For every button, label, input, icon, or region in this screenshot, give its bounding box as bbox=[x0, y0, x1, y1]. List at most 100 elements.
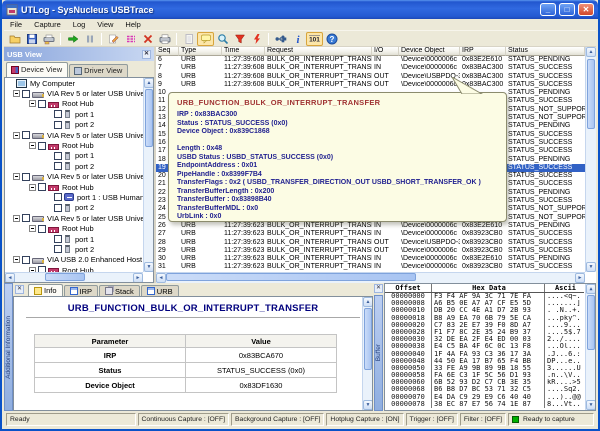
tooltip-toggle-button[interactable] bbox=[197, 32, 214, 46]
tree-vertical-scrollbar[interactable]: ▲ ▼ bbox=[143, 78, 153, 272]
hex-vertical-scrollbar[interactable]: ▲ ▼ bbox=[585, 284, 595, 410]
scroll-right-icon[interactable]: ► bbox=[133, 273, 143, 283]
raw-data-button[interactable]: 101 bbox=[306, 32, 323, 46]
hex-row[interactable]: 00000070 E4 DA C9 29 E9 C6 40 40 ...)..@… bbox=[385, 394, 584, 401]
hex-row[interactable]: 00000018 B8 A9 EA 70 6B 79 5E CA ...pky^… bbox=[385, 315, 584, 322]
expander-icon[interactable] bbox=[13, 173, 20, 180]
checkbox[interactable] bbox=[22, 131, 30, 139]
edit-button[interactable] bbox=[105, 32, 122, 46]
tree-item[interactable]: VIA Rev 5 or later USB Universal Host C bbox=[5, 213, 153, 223]
table-horizontal-scrollbar[interactable]: ◄ ► bbox=[156, 272, 585, 283]
scroll-up-icon[interactable]: ▲ bbox=[586, 284, 596, 294]
checkbox[interactable] bbox=[38, 142, 46, 150]
checkbox[interactable] bbox=[22, 173, 30, 181]
view-tab[interactable]: Device View bbox=[6, 62, 68, 77]
parameter-row[interactable]: Device Object 0x83DF1630 bbox=[35, 378, 337, 393]
column-header-time[interactable]: Time bbox=[222, 47, 265, 56]
expander-icon[interactable] bbox=[13, 132, 20, 139]
trace-row[interactable]: 9 URB 11:27:39:608 BULK_OR_INTERRUPT_TRA… bbox=[156, 81, 585, 89]
hex-row[interactable]: 00000058 FA 6E C3 1F 5C 56 D1 93 .n..\V.… bbox=[385, 372, 584, 379]
additional-information-side-tab[interactable]: Additional Information bbox=[4, 283, 13, 411]
expander-icon[interactable] bbox=[29, 142, 36, 149]
tree-item[interactable]: port 2 bbox=[5, 120, 153, 130]
help-button[interactable]: ? bbox=[323, 32, 340, 46]
minimize-button[interactable]: _ bbox=[540, 3, 556, 16]
info-tab[interactable]: Stack bbox=[99, 285, 140, 296]
device-info-button[interactable]: i bbox=[289, 32, 306, 46]
filter-button[interactable] bbox=[231, 32, 248, 46]
hex-row[interactable]: 00000010 DB 20 CC 4E A1 D7 2B 93 . .N..+… bbox=[385, 307, 584, 314]
tree-item[interactable]: port 2 bbox=[5, 244, 153, 254]
hex-row[interactable]: 00000028 F1 F7 8C 2E 35 24 B9 37 ....5$.… bbox=[385, 329, 584, 336]
checkbox[interactable] bbox=[38, 225, 46, 233]
tree-item[interactable]: Root Hub bbox=[5, 182, 153, 192]
hex-row[interactable]: 00000030 32 DE EA 2F E4 ED 00 03 2../...… bbox=[385, 336, 584, 343]
trace-row[interactable]: 26 URB 11:27:39:623 BULK_OR_INTERRUPT_TR… bbox=[156, 222, 585, 230]
scrollbar-thumb[interactable] bbox=[166, 273, 416, 281]
export-log-button[interactable] bbox=[40, 32, 57, 46]
tree-item[interactable]: VIA Rev 5 or later USB Universal Host C bbox=[5, 88, 153, 98]
trace-row[interactable]: 29 URB 11:27:39:623 BULK_OR_INTERRUPT_TR… bbox=[156, 247, 585, 255]
hex-row[interactable]: 00000000 F3 F4 AF 9A 3C 71 7E FA ....<q~… bbox=[385, 293, 584, 300]
trace-row[interactable]: 27 URB 11:27:39:623 BULK_OR_INTERRUPT_TR… bbox=[156, 230, 585, 238]
scrollbar-thumb[interactable] bbox=[45, 273, 85, 281]
expander-icon[interactable] bbox=[13, 215, 20, 222]
info-tab[interactable]: IRP bbox=[64, 285, 99, 296]
column-header-device-object[interactable]: Device Object bbox=[399, 47, 460, 56]
info-vertical-scrollbar[interactable]: ▲ ▼ bbox=[362, 297, 372, 410]
scroll-right-icon[interactable]: ► bbox=[575, 273, 585, 283]
menu-item[interactable]: Help bbox=[119, 20, 146, 29]
checkbox[interactable] bbox=[54, 162, 62, 170]
hex-row[interactable]: 00000050 33 FE A9 9B 89 9B 18 55 3......… bbox=[385, 365, 584, 372]
checkbox[interactable] bbox=[38, 100, 46, 108]
scroll-up-icon[interactable]: ▲ bbox=[363, 297, 373, 307]
checkbox[interactable] bbox=[54, 204, 62, 212]
checkbox[interactable] bbox=[22, 90, 30, 98]
close-panel-icon[interactable]: ✕ bbox=[142, 50, 151, 59]
tree-item[interactable]: port 1 bbox=[5, 234, 153, 244]
scroll-up-icon[interactable]: ▲ bbox=[586, 47, 596, 57]
tree-item[interactable]: port 1 : USB Human Interface D bbox=[5, 192, 153, 202]
column-header-seq[interactable]: Seq bbox=[156, 47, 179, 56]
checkbox[interactable] bbox=[54, 193, 62, 201]
hex-row[interactable]: 00000020 C7 83 2E E7 39 F0 8D A7 ....9..… bbox=[385, 322, 584, 329]
checkbox[interactable] bbox=[54, 245, 62, 253]
scroll-down-icon[interactable]: ▼ bbox=[586, 262, 596, 272]
checkbox[interactable] bbox=[54, 121, 62, 129]
view-tab[interactable]: Driver View bbox=[69, 64, 128, 77]
parameter-row[interactable]: IRP 0x83BCA670 bbox=[35, 348, 337, 363]
checkbox[interactable] bbox=[54, 152, 62, 160]
column-header-status[interactable]: Status bbox=[506, 47, 585, 56]
hex-row[interactable]: 00000048 44 50 EA 17 B7 65 F4 BB DP...e.… bbox=[385, 358, 584, 365]
scrollbar-thumb[interactable] bbox=[587, 295, 595, 350]
expander-icon[interactable] bbox=[13, 90, 20, 97]
tree-item[interactable]: VIA Rev 5 or later USB Universal Host C bbox=[5, 130, 153, 140]
close-panel-icon[interactable]: ✕ bbox=[374, 284, 383, 293]
hex-row[interactable]: 00000068 B6 B8 D7 BC 53 71 32 C5 ....Sq2… bbox=[385, 386, 584, 393]
tree-horizontal-scrollbar[interactable]: ◄ ► bbox=[5, 272, 143, 282]
tree-item[interactable]: My Computer bbox=[5, 78, 153, 88]
scroll-down-icon[interactable]: ▼ bbox=[363, 400, 373, 410]
checkbox[interactable] bbox=[38, 183, 46, 191]
tree-item[interactable]: port 1 bbox=[5, 109, 153, 119]
save-log-button[interactable] bbox=[23, 32, 40, 46]
scrollbar-thumb[interactable] bbox=[364, 308, 372, 370]
tree-item[interactable]: port 2 bbox=[5, 161, 153, 171]
menu-item[interactable]: View bbox=[91, 20, 119, 29]
expander-icon[interactable] bbox=[29, 184, 36, 191]
maximize-button[interactable]: □ bbox=[559, 3, 575, 16]
trace-row[interactable]: 8 URB 11:27:39:608 BULK_OR_INTERRUPT_TRA… bbox=[156, 73, 585, 81]
tree-item[interactable]: VIA Rev 5 or later USB Universal Host C bbox=[5, 172, 153, 182]
trace-row[interactable]: 6 URB 11:27:39:608 BULK_OR_INTERRUPT_TRA… bbox=[156, 56, 585, 64]
close-button[interactable]: ✕ bbox=[578, 3, 594, 16]
hex-row[interactable]: 00000040 1F 4A FA 93 C3 36 17 3A .J...6.… bbox=[385, 351, 584, 358]
expander-icon[interactable] bbox=[29, 225, 36, 232]
hex-row[interactable]: 00000038 E4 C5 BA 4F 6C 0C 13 F8 ...Ol..… bbox=[385, 343, 584, 350]
hex-row[interactable]: 00000060 6B 52 93 D2 C7 CB 3E 35 kR....>… bbox=[385, 379, 584, 386]
menu-item[interactable]: Log bbox=[67, 20, 92, 29]
menu-item[interactable]: Capture bbox=[28, 20, 67, 29]
find-button[interactable] bbox=[214, 32, 231, 46]
hex-row[interactable]: 00000008 A6 B5 0E A7 A7 CF E5 5D .......… bbox=[385, 300, 584, 307]
checkbox[interactable] bbox=[22, 256, 30, 264]
scroll-left-icon[interactable]: ◄ bbox=[5, 273, 15, 283]
